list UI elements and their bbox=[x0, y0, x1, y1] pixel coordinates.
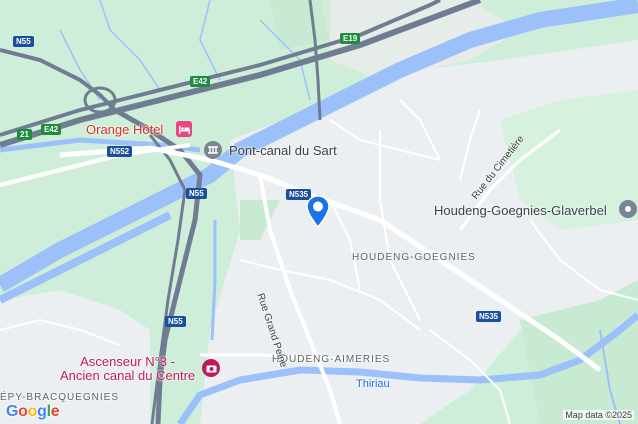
museum-icon[interactable] bbox=[202, 359, 220, 377]
thiriau-label: Thiriau bbox=[356, 378, 390, 390]
logo-letter-e: e bbox=[50, 403, 60, 420]
road-shield-n552: N552 bbox=[107, 146, 133, 157]
road-shield-n535-east: N535 bbox=[476, 311, 502, 322]
road-shield-e19: E19 bbox=[340, 33, 361, 44]
road-shield-e42-west: E42 bbox=[41, 124, 62, 135]
map-canvas[interactable]: Orange Hôtel Pont-canal du Sart Houdeng-… bbox=[0, 0, 638, 424]
ascenseur-label-line2: Ancien canal du Centre bbox=[60, 368, 196, 383]
bracquegnies-label: ÉPY-BRACQUEGNIES bbox=[0, 392, 119, 403]
logo-letter-o1: o bbox=[18, 403, 28, 420]
ascenseur-label[interactable]: Ascenseur N°3 - Ancien canal du Centre bbox=[60, 355, 195, 383]
orange-hotel-label[interactable]: Orange Hôtel bbox=[86, 122, 163, 137]
pont-canal-label[interactable]: Pont-canal du Sart bbox=[229, 143, 337, 158]
logo-letter-g: G bbox=[6, 403, 19, 420]
houdeng-goegnies-label: HOUDENG-GOEGNIES bbox=[352, 252, 476, 263]
hotel-icon[interactable] bbox=[176, 121, 192, 137]
bridge-icon[interactable] bbox=[204, 141, 222, 159]
logo-letter-o2: o bbox=[27, 403, 38, 420]
location-pin-icon[interactable] bbox=[306, 195, 330, 229]
road-shield-n55-south: N55 bbox=[165, 316, 186, 327]
road-shield-e42: E42 bbox=[190, 76, 211, 87]
road-shield-n55: N55 bbox=[13, 36, 34, 47]
google-logo: Google bbox=[6, 403, 60, 421]
map-attribution[interactable]: Map data ©2025 bbox=[563, 410, 634, 420]
road-shield-n55-mid: N55 bbox=[186, 188, 207, 199]
houdeng-aimeries-label: HOUDENG-AIMERIES bbox=[272, 354, 391, 365]
logo-letter-g2: g bbox=[37, 403, 47, 420]
ascenseur-label-line1: Ascenseur N°3 - bbox=[80, 354, 175, 369]
landmark-icon[interactable] bbox=[619, 200, 637, 218]
road-shield-21: 21 bbox=[17, 129, 32, 140]
houdeng-glaverbel-label[interactable]: Houdeng-Goegnies-Glaverbel bbox=[434, 203, 607, 218]
